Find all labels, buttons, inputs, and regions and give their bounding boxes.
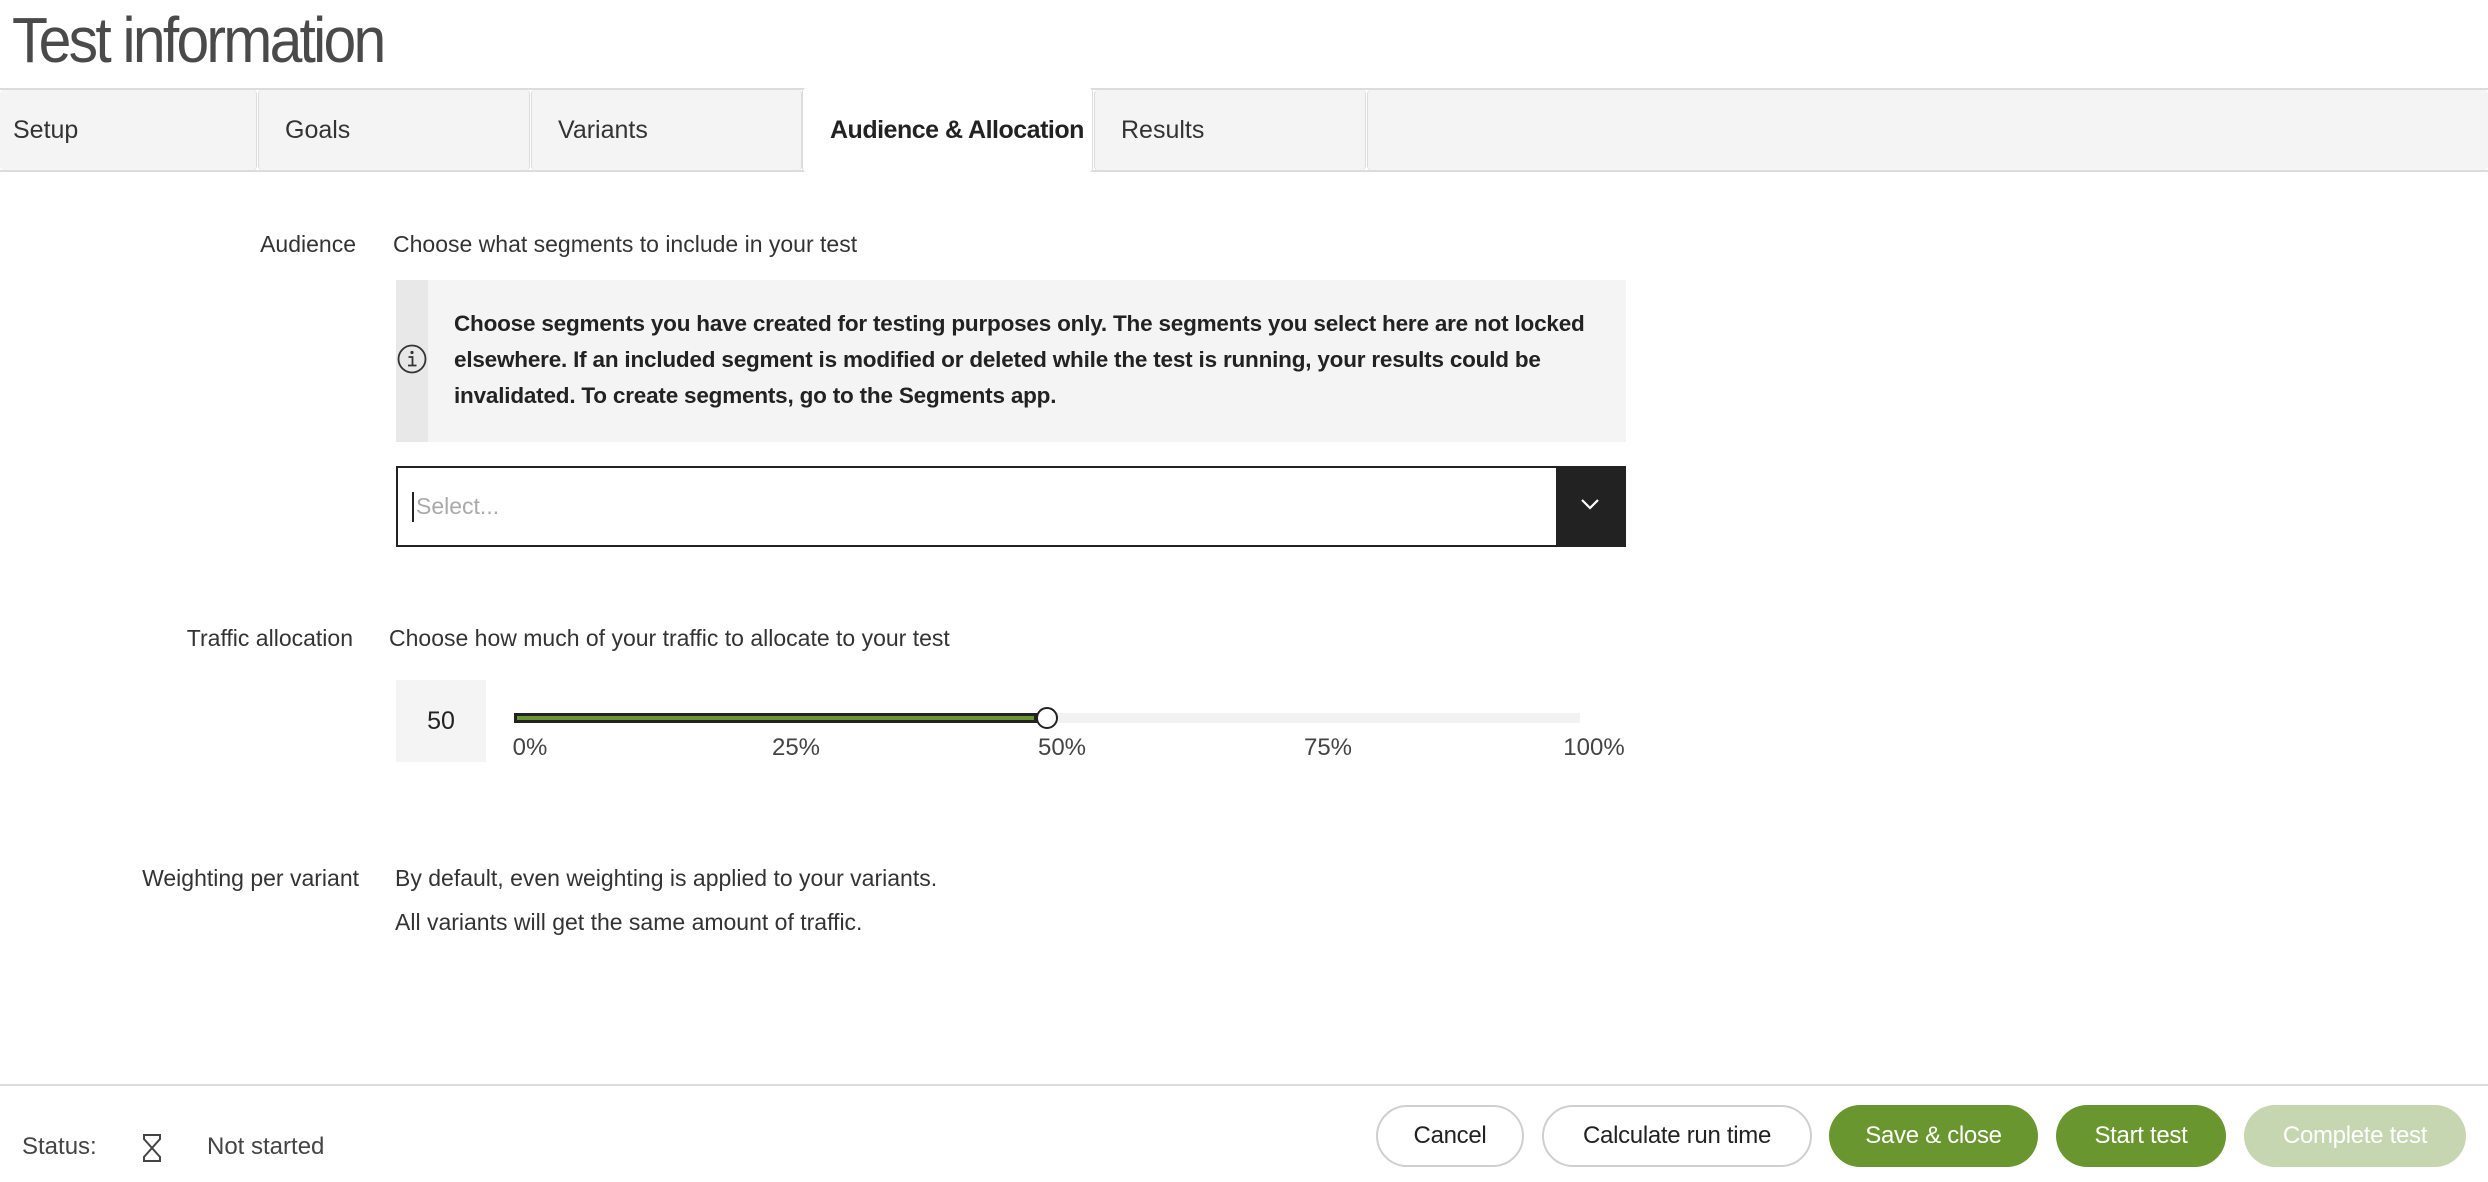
traffic-allocation-description: Choose how much of your traffic to alloc… xyxy=(389,625,950,651)
traffic-allocation-label: Traffic allocation xyxy=(186,625,353,651)
save-close-button[interactable]: Save & close xyxy=(1829,1105,2038,1167)
segment-select[interactable] xyxy=(396,466,1626,547)
weighting-description-line1: By default, even weighting is applied to… xyxy=(395,865,938,891)
start-test-button[interactable]: Start test xyxy=(2056,1105,2226,1167)
tab-label: Audience & Allocation xyxy=(830,115,1084,144)
page-title: Test information xyxy=(12,4,386,76)
tab-setup[interactable]: Setup xyxy=(0,90,257,170)
traffic-slider-thumb[interactable] xyxy=(1036,707,1058,729)
traffic-allocation-value[interactable]: 50 xyxy=(396,680,486,762)
tab-bar-filler xyxy=(1367,90,2488,170)
info-stripe xyxy=(396,280,428,442)
weighting-description-line2: All variants will get the same amount of… xyxy=(395,909,863,935)
calculate-run-time-button[interactable]: Calculate run time xyxy=(1542,1105,1812,1167)
complete-test-button: Complete test xyxy=(2244,1105,2466,1167)
info-circle-icon xyxy=(396,343,428,380)
tab-results[interactable]: Results xyxy=(1094,90,1366,170)
hourglass-icon xyxy=(141,1133,163,1163)
tab-label: Results xyxy=(1121,115,1205,144)
tab-label: Goals xyxy=(285,115,351,144)
slider-tick-label: 75% xyxy=(1303,734,1353,761)
segment-select-dropdown-button[interactable] xyxy=(1556,468,1624,545)
audience-label: Audience xyxy=(260,231,356,257)
audience-description: Choose what segments to include in your … xyxy=(393,231,858,257)
audience-info-box: Choose segments you have created for tes… xyxy=(396,280,1626,442)
tab-label: Variants xyxy=(558,115,648,144)
tab-goals[interactable]: Goals xyxy=(258,90,530,170)
cancel-button[interactable]: Cancel xyxy=(1376,1105,1524,1167)
tab-variants[interactable]: Variants xyxy=(531,90,802,170)
tab-bar: Setup Goals Variants Audience & Allocati… xyxy=(0,88,2488,172)
traffic-slider-fill xyxy=(514,713,1037,723)
chevron-down-icon xyxy=(1579,497,1601,516)
slider-tick-label: 100% xyxy=(1563,734,1625,761)
footer-divider xyxy=(0,1084,2488,1086)
tab-label: Setup xyxy=(13,115,79,144)
info-message: Choose segments you have created for tes… xyxy=(454,311,1585,408)
slider-tick-label: 50% xyxy=(1037,734,1087,761)
slider-tick-label: 0% xyxy=(512,734,548,761)
slider-tick-label: 25% xyxy=(771,734,821,761)
weighting-label: Weighting per variant xyxy=(142,865,359,891)
status-label: Status: xyxy=(22,1133,97,1160)
status-value: Not started xyxy=(207,1133,325,1160)
tab-audience-allocation[interactable]: Audience & Allocation xyxy=(802,88,1093,172)
segment-select-input[interactable] xyxy=(412,491,1556,522)
